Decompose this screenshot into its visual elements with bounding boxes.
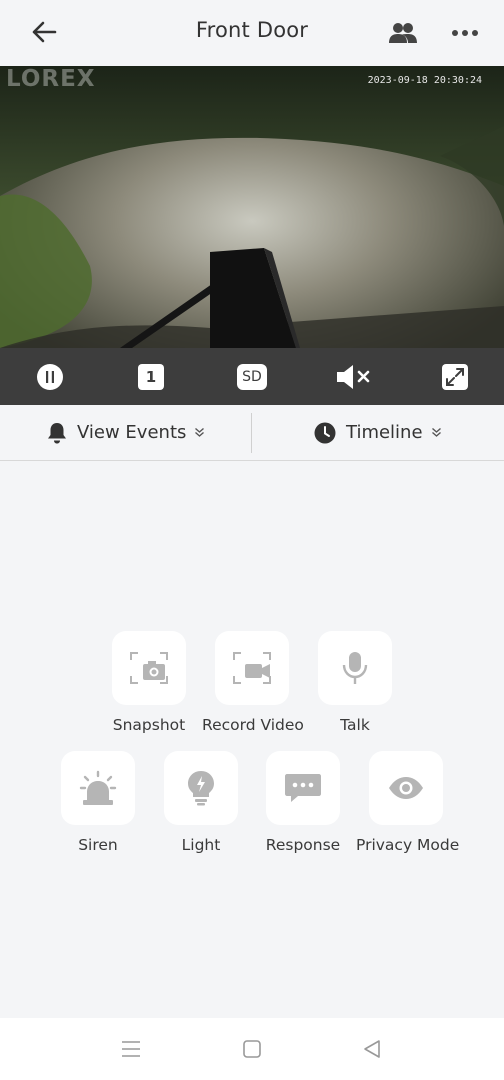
mute-icon: [337, 365, 370, 389]
recent-apps-button[interactable]: [118, 1036, 144, 1062]
light-action[interactable]: Light: [151, 751, 251, 854]
tab-divider: [251, 413, 252, 453]
video-controls-bar: 1 SD: [0, 348, 504, 405]
privacy-mode-label: Privacy Mode: [356, 836, 460, 854]
back-triangle-icon: [364, 1040, 380, 1058]
snapshot-label: Snapshot: [112, 716, 186, 734]
camera-scene-image: [0, 66, 504, 348]
siren-label: Siren: [78, 836, 118, 854]
fullscreen-button[interactable]: [440, 362, 470, 392]
camera-watermark: LOREX: [6, 66, 96, 92]
record-video-label: Record Video: [202, 716, 304, 734]
pause-icon: [37, 364, 63, 390]
microphone-icon: [342, 652, 368, 684]
chevron-down-icon: [431, 427, 441, 437]
system-back-button[interactable]: [359, 1036, 385, 1062]
response-tile[interactable]: [266, 751, 340, 825]
system-nav-bar: [0, 1018, 504, 1080]
light-bulb-icon: [188, 771, 214, 806]
more-icon: [452, 30, 478, 36]
home-square-icon: [243, 1040, 261, 1058]
view-tabs: View Events Timeline: [0, 405, 504, 461]
shared-users-button[interactable]: [386, 18, 420, 48]
record-video-icon: [233, 652, 271, 684]
siren-tile[interactable]: [61, 751, 135, 825]
view-events-label: View Events: [77, 422, 187, 443]
home-button[interactable]: [239, 1036, 265, 1062]
eye-icon: [389, 777, 423, 799]
snapshot-icon: [130, 652, 168, 684]
video-timestamp: 2023-09-18 20:30:24: [367, 75, 482, 86]
people-icon: [389, 23, 417, 43]
mute-button[interactable]: [334, 362, 374, 392]
quality-label: SD: [242, 369, 262, 385]
video-quality-button[interactable]: SD: [237, 362, 267, 392]
privacy-mode-action[interactable]: Privacy Mode: [356, 751, 460, 854]
bell-icon: [48, 422, 66, 443]
chevron-down-icon: [195, 427, 205, 437]
talk-tile[interactable]: [318, 631, 392, 705]
record-video-tile[interactable]: [215, 631, 289, 705]
clock-icon: [314, 422, 336, 443]
chat-bubble-icon: [285, 774, 321, 802]
talk-action[interactable]: Talk: [305, 631, 405, 734]
page-title: Front Door: [195, 18, 309, 42]
channel-button[interactable]: 1: [136, 362, 166, 392]
fullscreen-icon: [442, 364, 468, 390]
live-video-feed[interactable]: LOREX 2023-09-18 20:30:24: [0, 66, 504, 348]
snapshot-tile[interactable]: [112, 631, 186, 705]
siren-action[interactable]: Siren: [48, 751, 148, 854]
siren-icon: [79, 770, 117, 805]
snapshot-action[interactable]: Snapshot: [99, 631, 199, 734]
pause-button[interactable]: [35, 362, 65, 392]
light-tile[interactable]: [164, 751, 238, 825]
timeline-tab[interactable]: Timeline: [314, 405, 442, 460]
sd-quality-icon: SD: [237, 364, 267, 390]
view-events-tab[interactable]: View Events: [47, 405, 205, 460]
more-options-button[interactable]: [448, 18, 482, 48]
talk-label: Talk: [340, 716, 370, 734]
menu-icon: [122, 1041, 140, 1057]
app-header: Front Door: [0, 0, 504, 66]
record-video-action[interactable]: Record Video: [202, 631, 304, 734]
channel-label: 1: [145, 368, 157, 386]
response-action[interactable]: Response: [253, 751, 353, 854]
light-label: Light: [181, 836, 221, 854]
privacy-mode-tile[interactable]: [369, 751, 443, 825]
response-label: Response: [265, 836, 341, 854]
channel-icon: 1: [138, 364, 164, 390]
timeline-label: Timeline: [346, 422, 423, 443]
